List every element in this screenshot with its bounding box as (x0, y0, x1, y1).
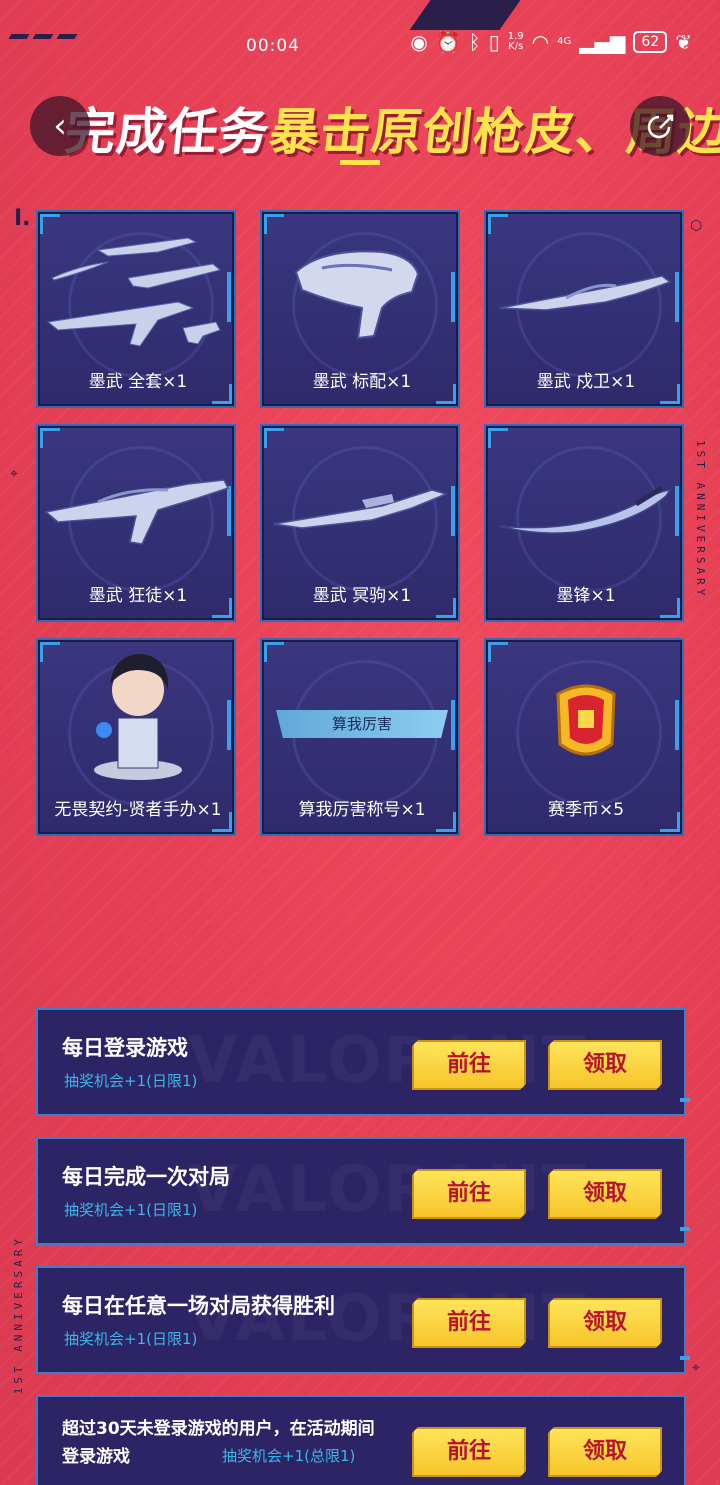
task-reward: 抽奖机会+1(总限1) (222, 1447, 356, 1465)
leaf-icon: ❦ (675, 30, 692, 54)
title-white-part: 完成任务 (62, 103, 273, 161)
reward-label: 墨武 狂徒×1 (88, 586, 188, 606)
alarm-icon: ⏰ (435, 30, 461, 54)
wifi-icon: ◠ (531, 30, 550, 54)
anniversary-side-text-left: 1ST ANNIVERSARY (12, 1235, 25, 1395)
net-speed: 1.9 K/s (508, 32, 524, 52)
anniversary-side-text: 1ST ANNIVERSARY (694, 440, 707, 600)
task-row: VALORANT 每日在任意一场对局获得胜利 抽奖机会+1(日限1) 前往 领取 (36, 1266, 690, 1374)
reward-card[interactable]: 墨武 标配×1 (260, 210, 460, 408)
reward-card[interactable]: 无畏契约-贤者手办×1 (36, 638, 236, 836)
claim-button[interactable]: 领取 (548, 1427, 662, 1477)
reward-card[interactable]: 墨武 狂徒×1 (36, 424, 236, 622)
reward-label: 赛季币×5 (547, 800, 625, 820)
pistol-icon (294, 250, 420, 340)
share-icon (647, 114, 674, 139)
go-button[interactable]: 前往 (412, 1040, 526, 1090)
task-title: 每日登录游戏 (62, 1036, 188, 1060)
status-time: 00:04 (246, 36, 300, 56)
reward-card[interactable]: 墨武 冥驹×1 (260, 424, 460, 622)
title-badge: 算我厉害 (276, 710, 448, 738)
reward-card[interactable]: 墨武 戍卫×1 (484, 210, 684, 408)
weapon-set-icon (46, 237, 222, 347)
reward-card[interactable]: 算我厉害 算我厉害称号×1 (260, 638, 460, 836)
network-type: 4G (557, 36, 572, 47)
rifle-icon (44, 479, 230, 545)
share-button[interactable] (630, 96, 690, 156)
reward-label: 算我厉害称号×1 (298, 800, 426, 820)
task-row: VALORANT 每日登录游戏 抽奖机会+1(日限1) 前往 领取 (36, 1008, 690, 1116)
eye-icon: ◉ (410, 30, 428, 54)
back-button[interactable]: ‹ (30, 96, 90, 156)
crosshair-icon: ⌖ (692, 1360, 700, 1376)
reward-label: 无畏契约-贤者手办×1 (54, 800, 222, 820)
signal-icon: ▂▄▆ (579, 30, 626, 54)
claim-button[interactable]: 领取 (548, 1298, 662, 1348)
status-bar: 00:04 ◉ ⏰ ᛒ ▯ 1.9 K/s ◠ 4G ▂▄▆ 62 ❦ (0, 0, 720, 80)
task-reward: 抽奖机会+1(日限1) (64, 1201, 198, 1219)
chevron-left-icon: ‹ (53, 106, 67, 146)
go-button[interactable]: 前往 (412, 1298, 526, 1348)
battery-indicator: 62 (633, 31, 668, 53)
page-title: 完成任务暴击原创枪皮、周边 (62, 92, 720, 164)
hex-icon: ⬡ (690, 218, 703, 234)
rifle-icon (499, 275, 672, 311)
task-watermark: VALORANT (188, 1153, 588, 1227)
page-header: 完成任务暴击原创枪皮、周边 ‹ (0, 84, 720, 174)
reward-label: 墨武 标配×1 (312, 372, 412, 392)
net-speed-unit: K/s (508, 41, 524, 52)
task-reward: 抽奖机会+1(日限1) (64, 1072, 198, 1090)
side-bar-mark: I. (14, 206, 31, 231)
reward-label: 墨锋×1 (556, 586, 616, 606)
reward-label: 墨武 戍卫×1 (536, 372, 636, 392)
task-reward: 抽奖机会+1(日限1) (64, 1330, 198, 1348)
title-accent-bar (340, 160, 380, 165)
go-button[interactable]: 前往 (412, 1169, 526, 1219)
figure-icon (94, 654, 182, 780)
go-button[interactable]: 前往 (412, 1427, 526, 1477)
claim-button[interactable]: 领取 (548, 1040, 662, 1090)
vibrate-icon: ▯ (488, 30, 500, 54)
task-list: VALORANT 每日登录游戏 抽奖机会+1(日限1) 前往 领取 VALORA… (36, 1008, 690, 1485)
reward-grid: 墨武 全套×1 墨武 标配×1 墨武 戍卫×1 墨武 狂徒×1 墨武 冥驹×1 (36, 210, 686, 836)
top-stripes-decoration (8, 34, 78, 39)
reward-label: 墨武 冥驹×1 (312, 586, 412, 606)
coin-icon (556, 684, 616, 756)
task-title: 每日在任意一场对局获得胜利 (62, 1294, 335, 1318)
task-row: VALORANT 每日完成一次对局 抽奖机会+1(日限1) 前往 领取 (36, 1137, 690, 1245)
reward-card[interactable]: 墨武 全套×1 (36, 210, 236, 408)
task-row: 超过30天未登录游戏的用户，在活动期间登录游戏 抽奖机会+1(总限1) 前往 领… (36, 1395, 686, 1485)
sniper-icon (273, 489, 449, 529)
bluetooth-icon: ᛒ (468, 30, 481, 54)
crosshair-icon: ⌖ (10, 466, 18, 482)
reward-card[interactable]: 赛季币×5 (484, 638, 684, 836)
reward-label: 墨武 全套×1 (88, 372, 188, 392)
task-watermark: VALORANT (188, 1024, 588, 1098)
top-bar-decoration (409, 0, 521, 30)
reward-card[interactable]: 墨锋×1 (484, 424, 684, 622)
task-title: 每日完成一次对局 (62, 1165, 230, 1189)
claim-button[interactable]: 领取 (548, 1169, 662, 1219)
blade-icon (499, 485, 672, 534)
status-icons: ◉ ⏰ ᛒ ▯ 1.9 K/s ◠ 4G ▂▄▆ 62 ❦ (410, 30, 692, 54)
